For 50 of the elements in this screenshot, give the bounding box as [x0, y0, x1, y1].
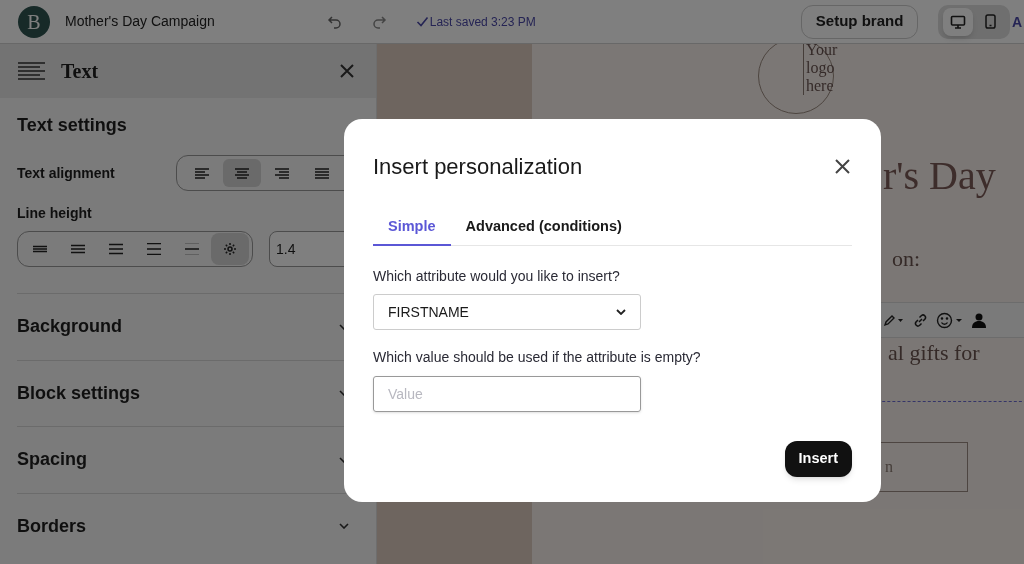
redo-icon[interactable] [370, 13, 387, 30]
logo-text: Your logo here [803, 44, 843, 95]
field-label: Text alignment [17, 163, 116, 183]
line-spacing-icon [33, 243, 47, 255]
person-icon[interactable] [972, 312, 986, 328]
align-center-button[interactable] [223, 159, 261, 187]
text-lines-icon [18, 62, 45, 80]
field-label: Which attribute would you like to insert? [373, 267, 621, 286]
line-spacing-icon [71, 243, 85, 255]
dialog-tab[interactable]: Advanced (conditions) [450, 210, 637, 246]
dropdown-value: FIRSTNAME [388, 302, 469, 322]
brand-logo: B [18, 5, 50, 38]
email-body-text: al gifts for [888, 339, 980, 367]
align-left-icon [195, 167, 209, 179]
field-label: Which value should be used if the attribute is empty? [373, 348, 702, 367]
dialog-title: Insert personalization [373, 153, 583, 181]
email-button-label: n [885, 457, 893, 477]
gear-icon [223, 242, 237, 256]
save-status: Last saved 3:23 PM [429, 13, 536, 31]
mobile-phone-icon [985, 14, 997, 29]
campaign-title: Mother's Day Campaign [65, 12, 215, 31]
fallback-value-input[interactable]: Value [373, 376, 641, 412]
insert-button[interactable]: Insert [784, 441, 852, 477]
section-title: Borders [17, 514, 87, 538]
dialog-tab[interactable]: Simple [373, 210, 451, 246]
check-icon [415, 15, 429, 28]
align-center-icon [235, 167, 249, 179]
custom-line-height-button[interactable] [211, 233, 249, 265]
section-title: Block settings [17, 381, 141, 405]
link-icon[interactable] [913, 312, 928, 328]
align-justify-icon [315, 167, 329, 179]
section-heading: Text settings [17, 114, 128, 137]
email-heading: r's Day [883, 154, 996, 198]
desktop-icon [949, 14, 966, 29]
section-title: Background [17, 315, 122, 339]
cut-label: A [1012, 13, 1023, 32]
section-title: Spacing [17, 448, 87, 472]
undo-icon[interactable] [326, 13, 343, 30]
pencil-caret-icon[interactable] [883, 313, 905, 327]
chevron-down-icon [616, 309, 626, 315]
field-label: Line height [17, 204, 93, 223]
attribute-dropdown[interactable]: FIRSTNAME [373, 294, 641, 330]
email-subheading: on: [892, 245, 921, 273]
line-spacing-icon [109, 243, 123, 255]
setup-brand-button[interactable]: Setup brand [800, 4, 919, 39]
desktop-view-button[interactable] [942, 7, 973, 36]
emoji-caret-icon[interactable] [936, 311, 964, 329]
line-spacing-icon [147, 243, 161, 255]
panel-title: Text [61, 59, 99, 84]
align-right-icon [275, 167, 289, 179]
